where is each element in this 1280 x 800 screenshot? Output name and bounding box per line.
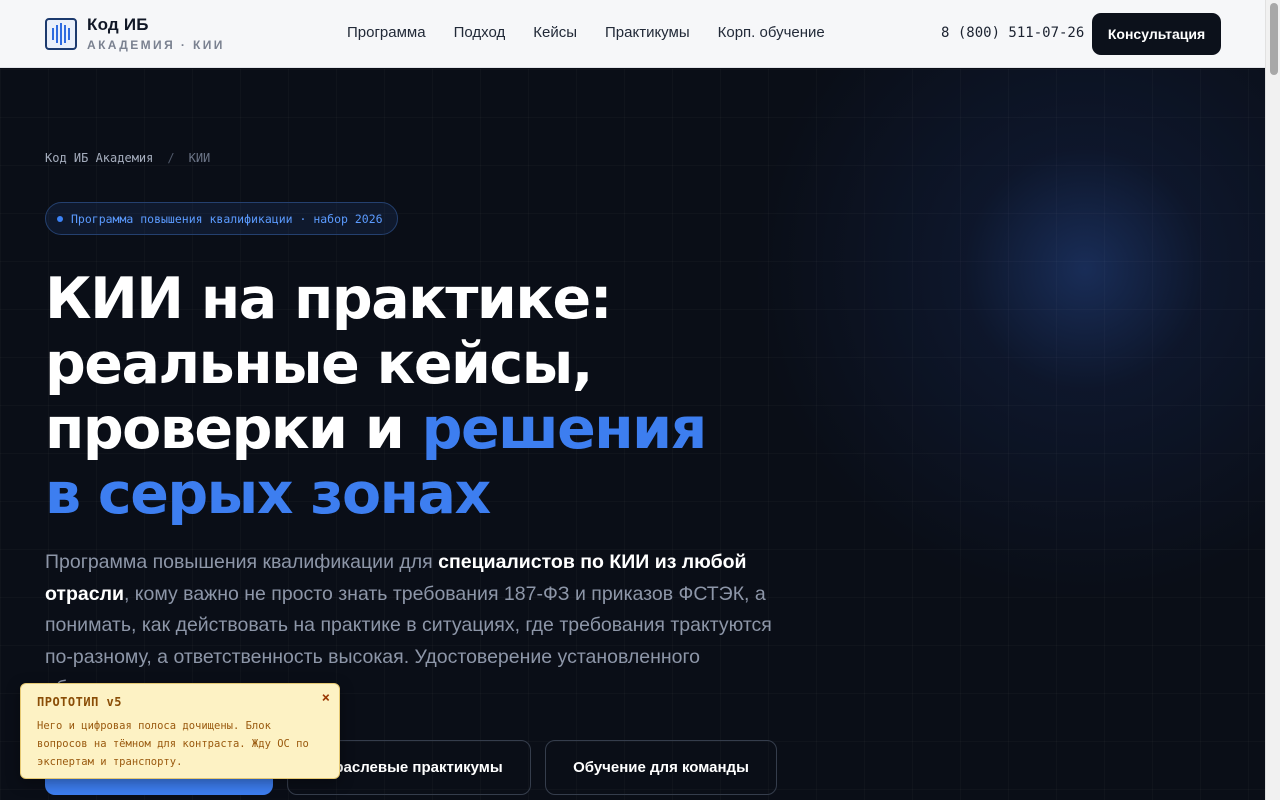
title-line-2: реальные кейсы, bbox=[45, 331, 593, 397]
breadcrumb-separator: / bbox=[167, 151, 175, 165]
lead-text-1: Программа повышения квалификации для bbox=[45, 551, 439, 573]
prototype-note: ПРОТОТИП v5 × Него и цифровая полоса доч… bbox=[20, 683, 340, 779]
logo-icon bbox=[45, 17, 77, 50]
breadcrumb-current: КИИ bbox=[188, 151, 211, 165]
logo-subtitle: АКАДЕМИЯ · КИИ bbox=[87, 38, 225, 52]
nav-workshops[interactable]: Практикумы bbox=[605, 24, 690, 41]
title-accent-2: в серых зонах bbox=[45, 461, 491, 527]
nav-cases[interactable]: Кейсы bbox=[533, 24, 577, 41]
logo-title: Код ИБ bbox=[87, 15, 149, 34]
site-header: Код ИБ АКАДЕМИЯ · КИИ Программа Подход К… bbox=[0, 0, 1280, 68]
note-title: ПРОТОТИП v5 bbox=[37, 695, 122, 709]
breadcrumb: Код ИБ Академия / КИИ bbox=[45, 151, 210, 165]
hero-title: КИИ на практике: реальные кейсы, проверк… bbox=[45, 267, 805, 527]
phone-link[interactable]: 8 (800) 511-07-26 bbox=[941, 25, 1084, 41]
nav-corporate[interactable]: Корп. обучение bbox=[718, 24, 825, 41]
page-scrollbar[interactable] bbox=[1265, 0, 1280, 800]
program-badge: Программа повышения квалификации · набор… bbox=[45, 202, 398, 235]
title-line-1: КИИ на практике: bbox=[45, 266, 612, 332]
title-accent-1: решения bbox=[421, 396, 708, 462]
hero-lead: Программа повышения квалификации для спе… bbox=[45, 547, 785, 705]
lead-text-2: , кому важно не просто знать требования … bbox=[45, 582, 772, 700]
breadcrumb-home[interactable]: Код ИБ Академия bbox=[45, 151, 153, 165]
nav-approach[interactable]: Подход bbox=[454, 24, 506, 41]
badge-dot-icon bbox=[57, 215, 63, 222]
main-nav: Программа Подход Кейсы Практикумы Корп. … bbox=[347, 24, 825, 41]
close-icon[interactable]: × bbox=[322, 690, 330, 706]
logo[interactable]: Код ИБ АКАДЕМИЯ · КИИ bbox=[45, 16, 225, 51]
scrollbar-thumb[interactable] bbox=[1270, 3, 1278, 75]
nav-program[interactable]: Программа bbox=[347, 24, 426, 41]
consultation-button[interactable]: Консультация bbox=[1092, 13, 1221, 55]
title-line-3: проверки и bbox=[45, 396, 422, 462]
note-body: Него и цифровая полоса дочищены. Блок во… bbox=[37, 720, 309, 768]
badge-text: Программа повышения квалификации · набор… bbox=[71, 211, 383, 226]
team-training-button[interactable]: Обучение для команды bbox=[545, 740, 777, 795]
